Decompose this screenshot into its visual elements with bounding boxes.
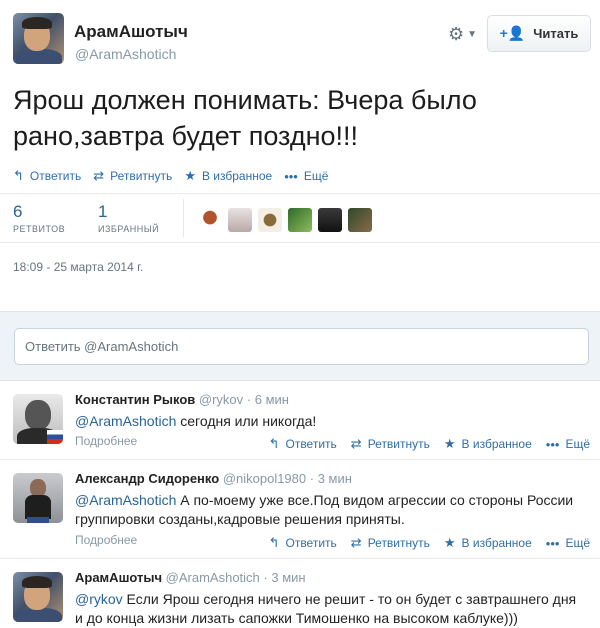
more-icon: ••• bbox=[545, 436, 560, 452]
retweet-label: Ретвитнуть bbox=[367, 536, 430, 550]
retweeter-avatars bbox=[198, 208, 378, 232]
retweets-stat[interactable]: 6 РЕТВИТОВ bbox=[13, 202, 65, 234]
divider bbox=[183, 199, 184, 237]
avatar[interactable] bbox=[13, 394, 63, 444]
display-name[interactable]: АрамАшотыч bbox=[74, 22, 188, 42]
favorite-label: В избранное bbox=[201, 169, 273, 183]
more-button[interactable]: ••• Ещё bbox=[284, 169, 328, 184]
more-label: Ещё bbox=[565, 437, 590, 451]
reply-button[interactable]: ↰ Ответить bbox=[269, 535, 337, 551]
reply-text: @AramAshotich А по-моему уже все.Под вид… bbox=[75, 491, 585, 529]
add-user-icon: +👤 bbox=[499, 25, 526, 41]
reply-header: АрамАшотыч @AramAshotich · 3 мин bbox=[75, 570, 306, 585]
reply-tweet: Александр Сидоренко @nikopol1980 · 3 мин… bbox=[0, 461, 600, 559]
avatar[interactable] bbox=[318, 208, 342, 232]
screen-name[interactable]: @AramAshotich bbox=[75, 46, 176, 62]
avatar[interactable] bbox=[288, 208, 312, 232]
settings-menu-button[interactable]: ⚙ ▼ bbox=[448, 24, 477, 45]
reply-icon: ↰ bbox=[268, 436, 280, 451]
tweet-text: Ярош должен понимать: Вчера было рано,за… bbox=[13, 85, 477, 151]
reply-time[interactable]: · 6 мин bbox=[247, 392, 289, 407]
follow-label: Читать bbox=[533, 26, 579, 41]
reply-author-name[interactable]: Александр Сидоренко bbox=[75, 471, 219, 486]
avatar[interactable] bbox=[258, 208, 282, 232]
reply-tweet: Константин Рыков @rykov · 6 мин @AramAsh… bbox=[0, 382, 600, 460]
reply-author-handle[interactable]: @AramAshotich bbox=[166, 570, 260, 585]
reply-text: @AramAshotich сегодня или никогда! bbox=[75, 412, 585, 431]
avatar[interactable] bbox=[13, 13, 64, 64]
reply-author-name[interactable]: Константин Рыков bbox=[75, 392, 195, 407]
more-label: Ещё bbox=[565, 536, 590, 550]
profile-header: АрамАшотыч @AramAshotich ⚙ ▼ +👤 Читать bbox=[0, 0, 600, 76]
avatar[interactable] bbox=[13, 572, 63, 622]
reply-label: Ответить bbox=[285, 437, 337, 451]
favorite-label: В избранное bbox=[461, 437, 532, 451]
reply-button[interactable]: ↰ Ответить bbox=[269, 436, 337, 452]
tweet-timestamp[interactable]: 18:09 - 25 марта 2014 г. bbox=[13, 260, 143, 274]
avatar[interactable] bbox=[198, 208, 222, 232]
retweet-icon: ⇄ bbox=[350, 436, 362, 451]
favorite-button[interactable]: ★ В избранное bbox=[184, 168, 272, 184]
mention-link[interactable]: @AramAshotich bbox=[75, 492, 176, 508]
more-button[interactable]: ••• Ещё bbox=[546, 437, 590, 452]
retweet-button[interactable]: ⇄ Ретвитнуть bbox=[93, 168, 172, 184]
retweet-label: Ретвитнуть bbox=[110, 169, 173, 183]
retweet-button[interactable]: ⇄ Ретвитнуть bbox=[351, 535, 430, 551]
reply-icon: ↰ bbox=[268, 535, 280, 550]
favorites-stat[interactable]: 1 ИЗБРАННЫЙ bbox=[98, 202, 159, 234]
reply-actions: ↰ Ответить ⇄ Ретвитнуть ★ В избранное ••• Ещ… bbox=[255, 535, 590, 551]
details-link[interactable]: Подробнее bbox=[75, 533, 137, 547]
retweet-icon: ⇄ bbox=[93, 168, 105, 183]
reply-author-handle[interactable]: @rykov bbox=[199, 392, 243, 407]
mention-link[interactable]: @AramAshotich bbox=[75, 413, 176, 429]
details-link[interactable]: Подробнее bbox=[75, 434, 137, 448]
reply-time[interactable]: · 3 мин bbox=[310, 471, 352, 486]
more-label: Ещё bbox=[303, 169, 329, 183]
gear-icon: ⚙ bbox=[448, 24, 465, 44]
retweets-count: 6 bbox=[13, 202, 23, 221]
favorites-count: 1 bbox=[98, 202, 108, 221]
reply-icon: ↰ bbox=[13, 168, 24, 183]
reply-header: Александр Сидоренко @nikopol1980 · 3 мин bbox=[75, 471, 352, 486]
tweet-stats: 6 РЕТВИТОВ 1 ИЗБРАННЫЙ bbox=[0, 193, 600, 243]
more-button[interactable]: ••• Ещё bbox=[546, 536, 590, 551]
reply-tweet: АрамАшотыч @AramAshotich · 3 мин @rykov … bbox=[0, 560, 600, 627]
retweet-button[interactable]: ⇄ Ретвитнуть bbox=[351, 436, 430, 452]
mention-link[interactable]: @rykov bbox=[75, 591, 123, 607]
avatar[interactable] bbox=[13, 473, 63, 523]
reply-author-name[interactable]: АрамАшотыч bbox=[75, 570, 162, 585]
star-icon: ★ bbox=[184, 168, 196, 183]
retweet-icon: ⇄ bbox=[350, 535, 362, 550]
avatar[interactable] bbox=[348, 208, 372, 232]
reply-text: @rykov Если Ярош сегодня ничего не решит… bbox=[75, 590, 585, 628]
reply-input[interactable]: Ответить @AramAshotich bbox=[14, 328, 589, 365]
retweets-label: РЕТВИТОВ bbox=[13, 224, 66, 234]
star-icon: ★ bbox=[443, 535, 456, 550]
retweet-label: Ретвитнуть bbox=[367, 437, 430, 451]
more-icon: ••• bbox=[284, 168, 298, 184]
more-icon: ••• bbox=[545, 535, 560, 551]
reply-body: Если Ярош сегодня ничего не решит - то о… bbox=[75, 591, 577, 626]
avatar[interactable] bbox=[228, 208, 252, 232]
favorite-button[interactable]: ★ В избранное bbox=[444, 535, 532, 551]
reply-body: сегодня или никогда! bbox=[176, 413, 317, 429]
favorites-label: ИЗБРАННЫЙ bbox=[98, 224, 160, 234]
reply-area: Ответить @AramAshotich bbox=[0, 311, 600, 381]
reply-time[interactable]: · 3 мин bbox=[263, 570, 305, 585]
reply-header: Константин Рыков @rykov · 6 мин bbox=[75, 392, 289, 407]
reply-label: Ответить bbox=[285, 536, 337, 550]
follow-button[interactable]: +👤 Читать bbox=[487, 15, 591, 52]
reply-actions: ↰ Ответить ⇄ Ретвитнуть ★ В избранное ••• Ещ… bbox=[255, 436, 590, 452]
chevron-down-icon: ▼ bbox=[467, 29, 478, 40]
reply-button[interactable]: ↰ Ответить bbox=[13, 168, 81, 184]
star-icon: ★ bbox=[443, 436, 456, 451]
reply-author-handle[interactable]: @nikopol1980 bbox=[223, 471, 306, 486]
tweet-actions: ↰ Ответить ⇄ Ретвитнуть ★ В избранное ••… bbox=[13, 168, 340, 184]
reply-label: Ответить bbox=[29, 169, 82, 183]
favorite-label: В избранное bbox=[461, 536, 532, 550]
favorite-button[interactable]: ★ В избранное bbox=[444, 436, 532, 452]
